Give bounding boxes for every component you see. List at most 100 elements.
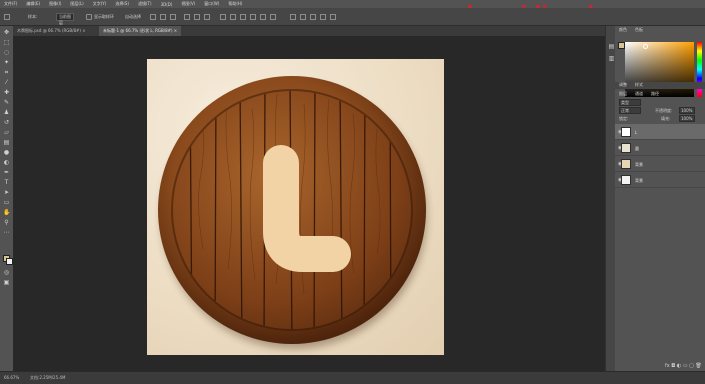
adjustments-tabs: 调整 样式	[615, 82, 705, 89]
quick-mask-icon[interactable]: ◎	[3, 270, 10, 276]
opacity-label: 不透明度:	[655, 108, 673, 113]
history-panel-icon[interactable]: ▤	[608, 44, 615, 50]
history-brush-icon[interactable]: ↺	[3, 120, 10, 126]
distribute-icon[interactable]	[240, 14, 246, 20]
menu-select[interactable]: 选择(S)	[115, 1, 129, 7]
layer-thumbnail	[621, 143, 631, 153]
align-middle-icon[interactable]	[194, 14, 200, 20]
lock-label: 锁定:	[619, 116, 629, 121]
tab-color[interactable]: 颜色	[619, 26, 627, 34]
tab-channels[interactable]: 通道	[635, 90, 643, 98]
checkbox-show-ring[interactable]	[86, 14, 92, 20]
marquee-tool-icon[interactable]: ⬚	[3, 40, 10, 46]
menu-edit[interactable]: 编辑(E)	[26, 1, 40, 7]
tools-panel: ✥ ⬚ ◌ ✦ ⌗ ⁄ ✚ ✎ ♟ ↺ ▱ ▤ ● ◐ ✒ T ➤ ▭ ✋ ⚲ …	[0, 26, 14, 371]
tab-styles[interactable]: 样式	[635, 81, 643, 89]
3d-mode-icon[interactable]	[290, 14, 296, 20]
menu-view[interactable]: 视图(V)	[181, 1, 195, 7]
wood-badge-artwork	[158, 76, 427, 349]
lasso-tool-icon[interactable]: ◌	[3, 50, 10, 56]
menu-file[interactable]: 文件(F)	[4, 1, 17, 7]
screen-mode-icon[interactable]: ▣	[3, 280, 10, 286]
path-select-icon[interactable]: ➤	[3, 190, 10, 196]
crop-tool-icon[interactable]: ⌗	[3, 70, 10, 76]
3d-mode-icon[interactable]	[300, 14, 306, 20]
pen-tool-icon[interactable]: ✒	[3, 170, 10, 176]
menu-image[interactable]: 图像(I)	[49, 1, 61, 7]
layer-row-l[interactable]: ◉ L	[615, 124, 705, 140]
move-tool-icon[interactable]: ✥	[3, 30, 10, 36]
tab-layers[interactable]: 图层	[619, 90, 627, 98]
distribute-icon[interactable]	[260, 14, 266, 20]
layer-name: 背景	[635, 178, 643, 183]
layer-row-background[interactable]: ◉ 背景	[615, 172, 705, 188]
color-panel-swatch[interactable]	[618, 42, 625, 49]
right-panels: 颜色 色板 调整 样式 图层 通道 路径 类型 正常 不透明度: 100% 锁定…	[615, 26, 705, 371]
healing-brush-icon[interactable]: ✚	[3, 90, 10, 96]
color-picker-cursor[interactable]	[643, 44, 648, 49]
align-bottom-icon[interactable]	[204, 14, 210, 20]
gradient-tool-icon[interactable]: ▤	[3, 140, 10, 146]
menu-type[interactable]: 文字(Y)	[93, 1, 107, 7]
layer-name: 背景	[635, 162, 643, 167]
zoom-tool-icon[interactable]: ⚲	[3, 220, 10, 226]
tab-swatches[interactable]: 色板	[635, 26, 643, 34]
tab-untitled-1[interactable]: 未标题-1 @ 66.7% (形状 L, RGB/8#) ×	[99, 26, 182, 36]
layer-thumbnail	[621, 127, 631, 137]
properties-panel-icon[interactable]: ▥	[608, 56, 615, 62]
sample-select[interactable]: 当前图层	[56, 13, 74, 25]
align-center-icon[interactable]	[160, 14, 166, 20]
document-tab-bar: 木牌图标.psd @ 66.7% (RGB/8#) × 未标题-1 @ 66.7…	[13, 26, 605, 36]
tab-wood-icon-psd[interactable]: 木牌图标.psd @ 66.7% (RGB/8#) ×	[13, 26, 90, 36]
type-tool-icon[interactable]: T	[3, 180, 10, 186]
layer-row-circle[interactable]: ◉ 圆	[615, 140, 705, 156]
align-left-icon[interactable]	[150, 14, 156, 20]
shape-tool-icon[interactable]: ▭	[3, 200, 10, 206]
tab-adjustments[interactable]: 调整	[619, 81, 627, 89]
sample-label: 样本:	[28, 14, 38, 19]
fill-label: 填充:	[661, 116, 671, 121]
status-bar: 66.67% 文档:2.25M/25.4M	[0, 371, 705, 384]
layer-name: 圆	[635, 146, 639, 151]
hand-tool-icon[interactable]: ✋	[3, 210, 10, 216]
magic-wand-icon[interactable]: ✦	[3, 60, 10, 66]
eraser-tool-icon[interactable]: ▱	[3, 130, 10, 136]
layer-kind-filter[interactable]: 类型	[619, 99, 641, 106]
3d-mode-icon[interactable]	[330, 14, 336, 20]
layer-row-background-texture[interactable]: ◉ 背景	[615, 156, 705, 172]
blend-mode-select[interactable]: 正常	[619, 107, 641, 114]
document-size: 文档:2.25M/25.4M	[30, 375, 66, 380]
distribute-icon[interactable]	[270, 14, 276, 20]
zoom-level[interactable]: 66.67%	[4, 375, 19, 380]
blur-tool-icon[interactable]: ●	[3, 150, 10, 156]
more-tools-icon[interactable]: ⋯	[3, 230, 10, 236]
auto-select-label: 自动选择	[125, 14, 141, 19]
align-right-icon[interactable]	[170, 14, 176, 20]
menu-help[interactable]: 帮助(H)	[228, 1, 242, 7]
eyedropper-icon[interactable]: ⁄	[3, 80, 10, 86]
clone-stamp-icon[interactable]: ♟	[3, 110, 10, 116]
brush-tool-icon[interactable]: ✎	[3, 100, 10, 106]
3d-mode-icon[interactable]	[310, 14, 316, 20]
document-canvas[interactable]	[147, 59, 444, 355]
distribute-icon[interactable]	[220, 14, 226, 20]
options-bar: 样本: 当前图层 显示取样环 自动选择	[0, 8, 705, 26]
eyedropper-tool-icon[interactable]	[4, 14, 10, 20]
show-ring-label: 显示取样环	[94, 14, 114, 19]
dodge-tool-icon[interactable]: ◐	[3, 160, 10, 166]
background-color-swatch[interactable]	[6, 258, 13, 265]
opacity-input[interactable]: 100%	[679, 107, 695, 114]
layer-thumbnail	[621, 175, 631, 185]
tab-paths[interactable]: 路径	[651, 90, 659, 98]
align-top-icon[interactable]	[184, 14, 190, 20]
menu-3d[interactable]: 3D(D)	[161, 2, 173, 7]
fill-input[interactable]: 100%	[679, 115, 695, 122]
menu-window[interactable]: 窗口(W)	[204, 1, 219, 7]
distribute-icon[interactable]	[230, 14, 236, 20]
menu-layer[interactable]: 图层(L)	[70, 1, 83, 7]
layer-panel-footer-icons[interactable]: fx ◘ ◐ ▭ ▢ 🗑	[665, 363, 702, 369]
menu-filter[interactable]: 滤镜(T)	[138, 1, 152, 7]
3d-mode-icon[interactable]	[320, 14, 326, 20]
distribute-icon[interactable]	[250, 14, 256, 20]
layer-name: L	[635, 130, 638, 135]
